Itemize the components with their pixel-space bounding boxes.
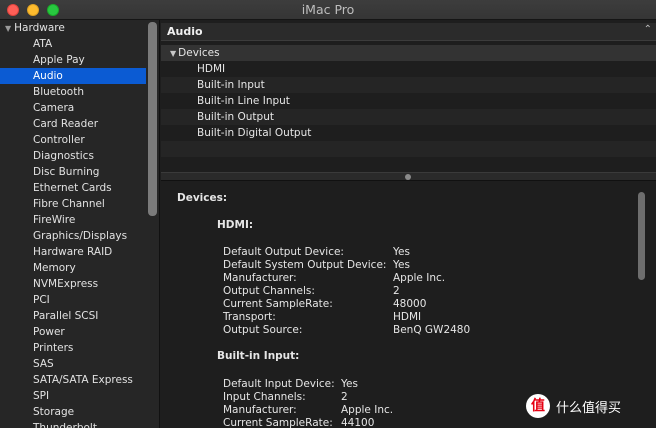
disclosure-triangle-icon[interactable]: ▼ xyxy=(5,24,11,33)
prop-value: 48000 xyxy=(393,298,427,310)
sidebar-item-pci[interactable]: PCI xyxy=(0,292,146,308)
sidebar-item-camera[interactable]: Camera xyxy=(0,100,146,116)
device-list-panel: Audio ⌃ ▼ Devices HDMI Built-in Input Bui… xyxy=(161,20,656,172)
prop-value: Apple Inc. xyxy=(393,272,446,284)
prop-key: Default Input Device: xyxy=(223,378,335,390)
prop-value: 44100 xyxy=(341,417,375,428)
sidebar-item-power[interactable]: Power xyxy=(0,324,146,340)
sidebar-item-disc-burning[interactable]: Disc Burning xyxy=(0,164,146,180)
prop-value: HDMI xyxy=(393,311,422,323)
sidebar-item-graphics-displays[interactable]: Graphics/Displays xyxy=(0,228,146,244)
watermark: 值 什么值得买 xyxy=(526,394,656,418)
tree-empty-row xyxy=(161,141,656,157)
sidebar: ▼ Hardware ATA Apple Pay Audio Bluetooth … xyxy=(0,20,160,428)
title-bar: iMac Pro xyxy=(0,0,656,20)
section-title-built-in-input: Built-in Input: xyxy=(217,350,300,362)
detail-panel: Devices: HDMI: Default Output Device: Ye… xyxy=(161,181,656,428)
sidebar-item-sas[interactable]: SAS xyxy=(0,356,146,372)
tree-item-label: Built-in Output xyxy=(197,111,274,123)
section-title-hdmi: HDMI: xyxy=(217,219,254,231)
prop-key: Default Output Device: xyxy=(223,246,344,258)
sidebar-group-hardware[interactable]: ▼ Hardware xyxy=(0,20,159,36)
split-view-divider[interactable] xyxy=(161,172,656,181)
prop-key: Current SampleRate: xyxy=(223,298,333,310)
tree-item-label: HDMI xyxy=(197,63,226,75)
tree-group-devices[interactable]: ▼ Devices xyxy=(161,45,656,61)
disclosure-triangle-icon[interactable]: ▼ xyxy=(170,49,176,58)
watermark-logo: 值 xyxy=(526,394,550,418)
tree-item-label: Built-in Line Input xyxy=(197,95,290,107)
tree-item-built-in-output[interactable]: Built-in Output xyxy=(161,109,656,125)
prop-key: Manufacturer: xyxy=(223,404,297,416)
tree-item-hdmi[interactable]: HDMI xyxy=(161,61,656,77)
prop-key: Input Channels: xyxy=(223,391,306,403)
sidebar-item-nvmexpress[interactable]: NVMExpress xyxy=(0,276,146,292)
sidebar-item-thunderbolt[interactable]: Thunderbolt xyxy=(0,420,146,428)
sidebar-item-hardware-raid[interactable]: Hardware RAID xyxy=(0,244,146,260)
sidebar-item-card-reader[interactable]: Card Reader xyxy=(0,116,146,132)
tree-group-label: Devices xyxy=(178,47,220,59)
detail-scrollbar[interactable] xyxy=(638,192,645,280)
prop-key: Output Source: xyxy=(223,324,303,336)
column-header-label: Audio xyxy=(167,25,203,38)
column-header[interactable]: Audio ⌃ xyxy=(161,23,656,41)
prop-value: Yes xyxy=(393,259,410,271)
sidebar-item-parallel-scsi[interactable]: Parallel SCSI xyxy=(0,308,146,324)
watermark-text: 什么值得买 xyxy=(556,401,622,416)
tree-item-built-in-line-input[interactable]: Built-in Line Input xyxy=(161,93,656,109)
sort-chevron-up-icon[interactable]: ⌃ xyxy=(644,24,652,35)
prop-value: Apple Inc. xyxy=(341,404,394,416)
sidebar-scrollbar[interactable] xyxy=(148,22,157,216)
sidebar-item-controller[interactable]: Controller xyxy=(0,132,146,148)
tree-item-built-in-input[interactable]: Built-in Input xyxy=(161,77,656,93)
sidebar-item-sata-sata-express[interactable]: SATA/SATA Express xyxy=(0,372,146,388)
detail-heading: Devices: xyxy=(177,192,228,204)
prop-key: Current SampleRate: xyxy=(223,417,333,428)
sidebar-item-diagnostics[interactable]: Diagnostics xyxy=(0,148,146,164)
sidebar-item-apple-pay[interactable]: Apple Pay xyxy=(0,52,146,68)
sidebar-item-memory[interactable]: Memory xyxy=(0,260,146,276)
sidebar-item-printers[interactable]: Printers xyxy=(0,340,146,356)
divider-handle-icon[interactable] xyxy=(405,174,411,180)
sidebar-item-spi[interactable]: SPI xyxy=(0,388,146,404)
sidebar-item-audio[interactable]: Audio xyxy=(0,68,146,84)
prop-key: Default System Output Device: xyxy=(223,259,387,271)
prop-key: Output Channels: xyxy=(223,285,315,297)
prop-value: 2 xyxy=(393,285,400,297)
prop-value: Yes xyxy=(393,246,410,258)
sidebar-item-firewire[interactable]: FireWire xyxy=(0,212,146,228)
sidebar-item-storage[interactable]: Storage xyxy=(0,404,146,420)
sidebar-item-fibre-channel[interactable]: Fibre Channel xyxy=(0,196,146,212)
prop-value: 2 xyxy=(341,391,348,403)
sidebar-group-label: Hardware xyxy=(14,22,65,34)
prop-key: Transport: xyxy=(223,311,276,323)
tree-empty-row xyxy=(161,157,656,173)
prop-value: Yes xyxy=(341,378,358,390)
sidebar-item-ethernet-cards[interactable]: Ethernet Cards xyxy=(0,180,146,196)
prop-key: Manufacturer: xyxy=(223,272,297,284)
window-title: iMac Pro xyxy=(301,2,355,17)
sidebar-item-ata[interactable]: ATA xyxy=(0,36,146,52)
tree-item-built-in-digital-output[interactable]: Built-in Digital Output xyxy=(161,125,656,141)
tree-item-label: Built-in Input xyxy=(197,79,265,91)
prop-value: BenQ GW2480 xyxy=(393,324,471,336)
tree-item-label: Built-in Digital Output xyxy=(197,127,312,139)
sidebar-item-bluetooth[interactable]: Bluetooth xyxy=(0,84,146,100)
